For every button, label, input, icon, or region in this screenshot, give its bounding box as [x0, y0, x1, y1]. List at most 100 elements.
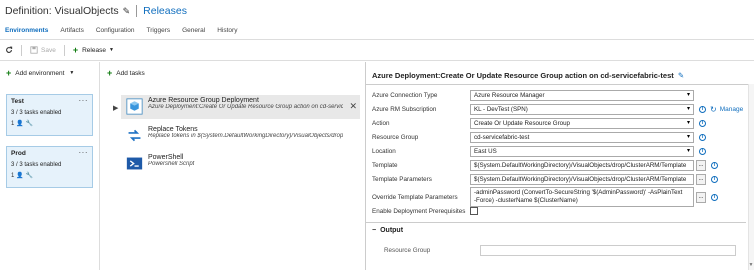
- toolbar: Save + Release ▼: [0, 42, 122, 58]
- edit-pencil-icon[interactable]: ✎: [123, 6, 131, 17]
- field-label: Azure RM Subscription: [372, 106, 437, 113]
- task-text: Azure Resource Group Deployment Azure De…: [148, 95, 343, 119]
- override-line-2: -Force) -clusterName $(ClusterName): [474, 197, 578, 204]
- field-label: Template: [372, 162, 398, 169]
- environment-icons: 1 👤 🔧: [11, 172, 88, 180]
- user-icon[interactable]: 👤: [16, 120, 23, 127]
- output-resource-group-row: Resource Group: [384, 245, 736, 256]
- selected-task-arrow-icon: ▶: [113, 105, 119, 112]
- override-line-1: -adminPassword (ConvertTo-SecureString '…: [474, 189, 683, 196]
- add-tasks-label: Add tasks: [116, 69, 145, 77]
- add-environment-label: Add environment: [15, 69, 65, 77]
- template-input[interactable]: $(System.DefaultWorkingDirectory)/Visual…: [470, 160, 694, 171]
- output-divider: [366, 222, 746, 223]
- output-section-header[interactable]: − Output: [372, 227, 403, 234]
- tab-general[interactable]: General: [182, 24, 205, 38]
- chevron-down-icon: ▾: [686, 106, 690, 112]
- add-tasks-button[interactable]: + Add tasks: [107, 68, 145, 78]
- toolbar-divider: [63, 44, 65, 56]
- chevron-down-icon: ▾: [686, 134, 690, 140]
- task-replace-tokens[interactable]: Replace Tokens Replace tokens in $(Syste…: [121, 124, 360, 148]
- task-description: Powershell Script: [148, 161, 195, 167]
- task-description: Azure Deployment:Create Or Update Resour…: [148, 104, 343, 110]
- environment-name: Test: [11, 98, 24, 105]
- environment-card-prod[interactable]: Prod ··· 3 / 3 tasks enabled 1 👤 🔧: [6, 146, 93, 188]
- connection-type-select[interactable]: Azure Resource Manager ▾: [470, 90, 694, 101]
- refresh-button[interactable]: [5, 46, 13, 54]
- subscription-row: Azure RM Subscription KL - DevTest (SPN)…: [372, 104, 743, 115]
- approvers-count: 1: [11, 172, 15, 179]
- releases-link[interactable]: Releases: [143, 5, 187, 17]
- template-parameters-input[interactable]: $(System.DefaultWorkingDirectory)/Visual…: [470, 174, 694, 185]
- environment-status: 3 / 3 tasks enabled: [11, 162, 62, 168]
- task-text: PowerShell Powershell Script: [148, 152, 343, 176]
- plus-icon: +: [72, 45, 79, 55]
- remove-task-close-icon[interactable]: ✕: [349, 101, 357, 112]
- connection-type-row: Azure Connection Type Azure Resource Man…: [372, 90, 694, 101]
- task-azure-resource-group-deployment[interactable]: Azure Resource Group Deployment Azure De…: [121, 95, 360, 119]
- collapse-minus-icon[interactable]: −: [372, 227, 376, 234]
- output-resource-group-input[interactable]: [480, 245, 736, 256]
- info-icon[interactable]: i: [699, 134, 706, 141]
- save-label: Save: [41, 46, 56, 54]
- azure-cube-icon: [126, 98, 143, 115]
- field-label: Resource Group: [372, 134, 419, 141]
- info-icon[interactable]: i: [699, 120, 706, 127]
- field-label: Resource Group: [384, 247, 431, 254]
- select-value: Azure Resource Manager: [474, 92, 545, 99]
- subscription-select[interactable]: KL - DevTest (SPN) ▾: [470, 104, 694, 115]
- browse-button[interactable]: ...: [696, 160, 706, 171]
- browse-button[interactable]: ...: [696, 191, 706, 203]
- plus-icon: +: [107, 68, 113, 78]
- more-options-icon[interactable]: ···: [79, 148, 89, 157]
- add-environment-button[interactable]: + Add environment ▼: [6, 68, 74, 78]
- environment-status: 3 / 3 tasks enabled: [11, 110, 62, 116]
- browse-button[interactable]: ...: [696, 174, 706, 185]
- tab-triggers[interactable]: Triggers: [147, 24, 171, 38]
- override-parameters-textarea[interactable]: -adminPassword (ConvertTo-SecureString '…: [470, 187, 694, 207]
- edit-pencil-icon[interactable]: ✎: [678, 71, 684, 80]
- more-options-icon[interactable]: ···: [79, 96, 89, 105]
- info-icon[interactable]: i: [711, 193, 718, 201]
- info-icon[interactable]: i: [699, 148, 706, 155]
- tab-environments[interactable]: Environments: [5, 24, 48, 38]
- environments-column: + Add environment ▼ Test ··· 3 / 3 tasks…: [0, 62, 98, 270]
- toolbar-divider: [21, 44, 22, 56]
- resource-group-select[interactable]: cd-servicefabric-test ▾: [470, 132, 694, 143]
- environment-icons: 1 👤 🔧: [11, 120, 88, 128]
- enable-prerequisites-checkbox[interactable]: [470, 207, 478, 215]
- toolbar-divider-line: [0, 60, 754, 61]
- action-select[interactable]: Create Or Update Resource Group ▾: [470, 118, 694, 129]
- select-value: Create Or Update Resource Group: [474, 120, 570, 127]
- info-icon[interactable]: i: [711, 162, 718, 169]
- header-divider: [136, 5, 138, 17]
- field-label: Template Parameters: [372, 176, 432, 183]
- info-icon[interactable]: i: [699, 106, 706, 113]
- resource-group-row: Resource Group cd-servicefabric-test ▾ i: [372, 132, 706, 143]
- page-header: Definition: VisualObjects ✎ Releases: [0, 0, 754, 22]
- user-icon[interactable]: 👤: [16, 172, 23, 179]
- override-parameters-row: Override Template Parameters -adminPassw…: [372, 187, 718, 207]
- panel-scrollbar[interactable]: ▼: [748, 84, 754, 270]
- chevron-down-icon: ▼: [69, 70, 75, 76]
- task-powershell[interactable]: PowerShell Powershell Script: [121, 152, 360, 176]
- manage-link[interactable]: Manage: [720, 106, 744, 113]
- save-button[interactable]: Save: [30, 46, 56, 54]
- save-icon: [30, 46, 38, 54]
- location-select[interactable]: East US ▾: [470, 146, 694, 157]
- tab-artifacts[interactable]: Artifacts: [60, 24, 83, 38]
- refresh-icon[interactable]: ↻: [710, 105, 717, 114]
- tab-history[interactable]: History: [217, 24, 237, 38]
- tab-configuration[interactable]: Configuration: [96, 24, 135, 38]
- panel-title: Azure Deployment:Create Or Update Resour…: [372, 71, 684, 80]
- environment-card-test[interactable]: Test ··· 3 / 3 tasks enabled 1 👤 🔧: [6, 94, 93, 136]
- plus-icon: +: [6, 68, 12, 78]
- scroll-down-arrow-icon[interactable]: ▼: [748, 262, 754, 270]
- wrench-icon[interactable]: 🔧: [26, 172, 33, 179]
- field-label: Location: [372, 148, 396, 155]
- info-icon[interactable]: i: [711, 176, 718, 183]
- tokens-arrows-icon: [128, 129, 141, 142]
- wrench-icon[interactable]: 🔧: [26, 120, 33, 127]
- release-button[interactable]: + Release ▼: [73, 45, 114, 55]
- task-details-panel: Azure Deployment:Create Or Update Resour…: [366, 62, 754, 270]
